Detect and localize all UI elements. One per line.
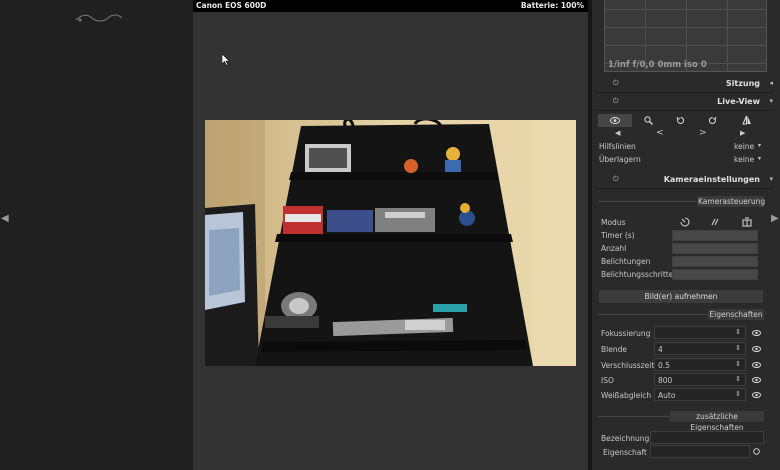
rotate-right-icon[interactable] <box>708 116 717 125</box>
dropdown-arrow-icon[interactable]: ▾ <box>758 142 761 149</box>
module-sitzung-title: Sitzung <box>725 79 760 88</box>
expand-arrow-icon[interactable]: ▾ <box>769 97 773 105</box>
belichtungen-label: Belichtungen <box>601 257 651 266</box>
prop-select-iso[interactable]: 800 ⇕ <box>654 373 746 386</box>
section-divider <box>598 201 698 202</box>
belichtungen-field[interactable] <box>672 256 758 267</box>
battery-label: Batterie: 100% <box>520 1 584 10</box>
camera-status-bar: Canon EOS 600D Batterie: 100% <box>193 0 588 12</box>
belichtungsschritte-field[interactable] <box>672 269 758 280</box>
live-view-image[interactable] <box>205 120 576 366</box>
belichtungsschritte-label: Belichtungsschritte <box>601 270 674 279</box>
prop-select-weissabgleich[interactable]: Auto ⇕ <box>654 388 746 401</box>
swirl-ornament <box>75 14 123 22</box>
ueberlagern-label: Überlagern <box>599 155 641 164</box>
prop-label-iso: ISO <box>601 376 614 385</box>
timer-label: Timer (s) <box>601 231 635 240</box>
left-panel-expand-icon[interactable]: ◀ <box>1 213 9 224</box>
prop-label-weissabgleich: Weißabgleich <box>601 391 652 400</box>
sequence-mode-icon[interactable] <box>710 217 720 227</box>
eye-icon[interactable] <box>752 330 761 336</box>
section-divider <box>598 416 670 417</box>
section-kamerasteuerung: Kamerasteuerung <box>698 196 766 207</box>
prop-label-blende: Blende <box>601 345 627 354</box>
section-zusaetzliche-eigenschaften: zusätzliche Eigenschaften <box>670 411 764 432</box>
center-view: Canon EOS 600D Batterie: 100% <box>193 0 588 470</box>
histogram-exif-info: 1/inf f/0,0 0mm iso 0 <box>608 60 707 70</box>
updown-icon: ⇕ <box>735 344 741 352</box>
mouse-cursor-icon <box>222 54 230 66</box>
module-kamera-header[interactable]: ⏻ Kameraeinstellungen ▾ <box>594 172 774 189</box>
eye-icon <box>610 117 620 124</box>
eye-icon[interactable] <box>752 377 761 383</box>
eye-icon[interactable] <box>752 362 761 368</box>
hilfslinien-label: Hilfslinien <box>599 142 636 151</box>
bracket-mode-icon[interactable] <box>742 217 752 227</box>
power-icon[interactable]: ⏻ <box>613 175 619 184</box>
eye-icon[interactable] <box>752 392 761 398</box>
camera-model-label: Canon EOS 600D <box>196 1 267 10</box>
ueberlagern-select[interactable]: keine <box>734 155 754 164</box>
collapse-arrow-icon[interactable]: ◂ <box>769 79 773 87</box>
left-panel: ◀ <box>0 0 193 470</box>
section-divider <box>598 314 708 315</box>
anzahl-label: Anzahl <box>601 244 627 253</box>
histogram: 1/inf f/0,0 0mm iso 0 <box>604 0 767 72</box>
updown-icon: ⇕ <box>735 390 741 398</box>
prop-select-fokussierung[interactable]: ⇕ <box>654 326 746 339</box>
right-panel: 1/inf f/0,0 0mm iso 0 ⏻ Sitzung ◂ ⏻ Live… <box>588 0 780 470</box>
anzahl-field[interactable] <box>672 243 758 254</box>
updown-icon: ⇕ <box>735 360 741 368</box>
eigenschaft-input[interactable] <box>650 445 750 458</box>
dropdown-arrow-icon[interactable]: ▾ <box>758 155 761 162</box>
updown-icon: ⇕ <box>735 375 741 383</box>
first-focus-icon[interactable]: ◀ <box>615 129 620 137</box>
hilfslinien-select[interactable]: keine <box>734 142 754 151</box>
zoom-icon[interactable] <box>644 116 653 125</box>
bezeichnung-label: Bezeichnung <box>601 434 650 443</box>
add-property-icon[interactable] <box>753 448 760 455</box>
liveview-toggle-button[interactable] <box>598 114 632 127</box>
live-view-photo <box>205 120 576 366</box>
module-liveview-title: Live-View <box>717 97 760 106</box>
right-panel-scrollbar[interactable] <box>588 0 592 470</box>
focus-prev-button[interactable]: < <box>656 128 664 138</box>
prop-label-fokussierung: Fokussierung <box>601 329 651 338</box>
expand-arrow-icon[interactable]: ▾ <box>769 175 773 183</box>
prop-label-verschlusszeit: Verschlusszeit <box>601 361 655 370</box>
capture-button[interactable]: Bild(er) aufnehmen <box>599 290 763 303</box>
eye-icon[interactable] <box>752 346 761 352</box>
updown-icon: ⇕ <box>735 328 741 336</box>
timer-field[interactable] <box>672 230 758 241</box>
rotate-left-icon[interactable] <box>676 116 685 125</box>
eigenschaft-label: Eigenschaft <box>603 448 647 457</box>
module-kamera-title: Kameraeinstellungen <box>663 175 760 184</box>
prop-select-verschlusszeit[interactable]: 0.5 ⇕ <box>654 358 746 371</box>
focus-next-button[interactable]: > <box>699 128 707 138</box>
module-sitzung-header[interactable]: ⏻ Sitzung ◂ <box>594 76 774 93</box>
flip-icon[interactable] <box>742 115 752 125</box>
prop-select-blende[interactable]: 4 ⇕ <box>654 342 746 355</box>
section-eigenschaften: Eigenschaften <box>708 309 764 320</box>
power-icon[interactable]: ⏻ <box>613 97 619 106</box>
right-panel-expand-icon[interactable]: ▶ <box>771 213 779 224</box>
modus-label: Modus <box>601 218 626 227</box>
timer-mode-icon[interactable] <box>680 217 690 227</box>
last-focus-icon[interactable]: ▶ <box>740 129 745 137</box>
bezeichnung-input[interactable] <box>650 431 764 444</box>
module-liveview-header[interactable]: ⏻ Live-View ▾ <box>594 94 774 111</box>
power-icon[interactable]: ⏻ <box>613 79 619 88</box>
